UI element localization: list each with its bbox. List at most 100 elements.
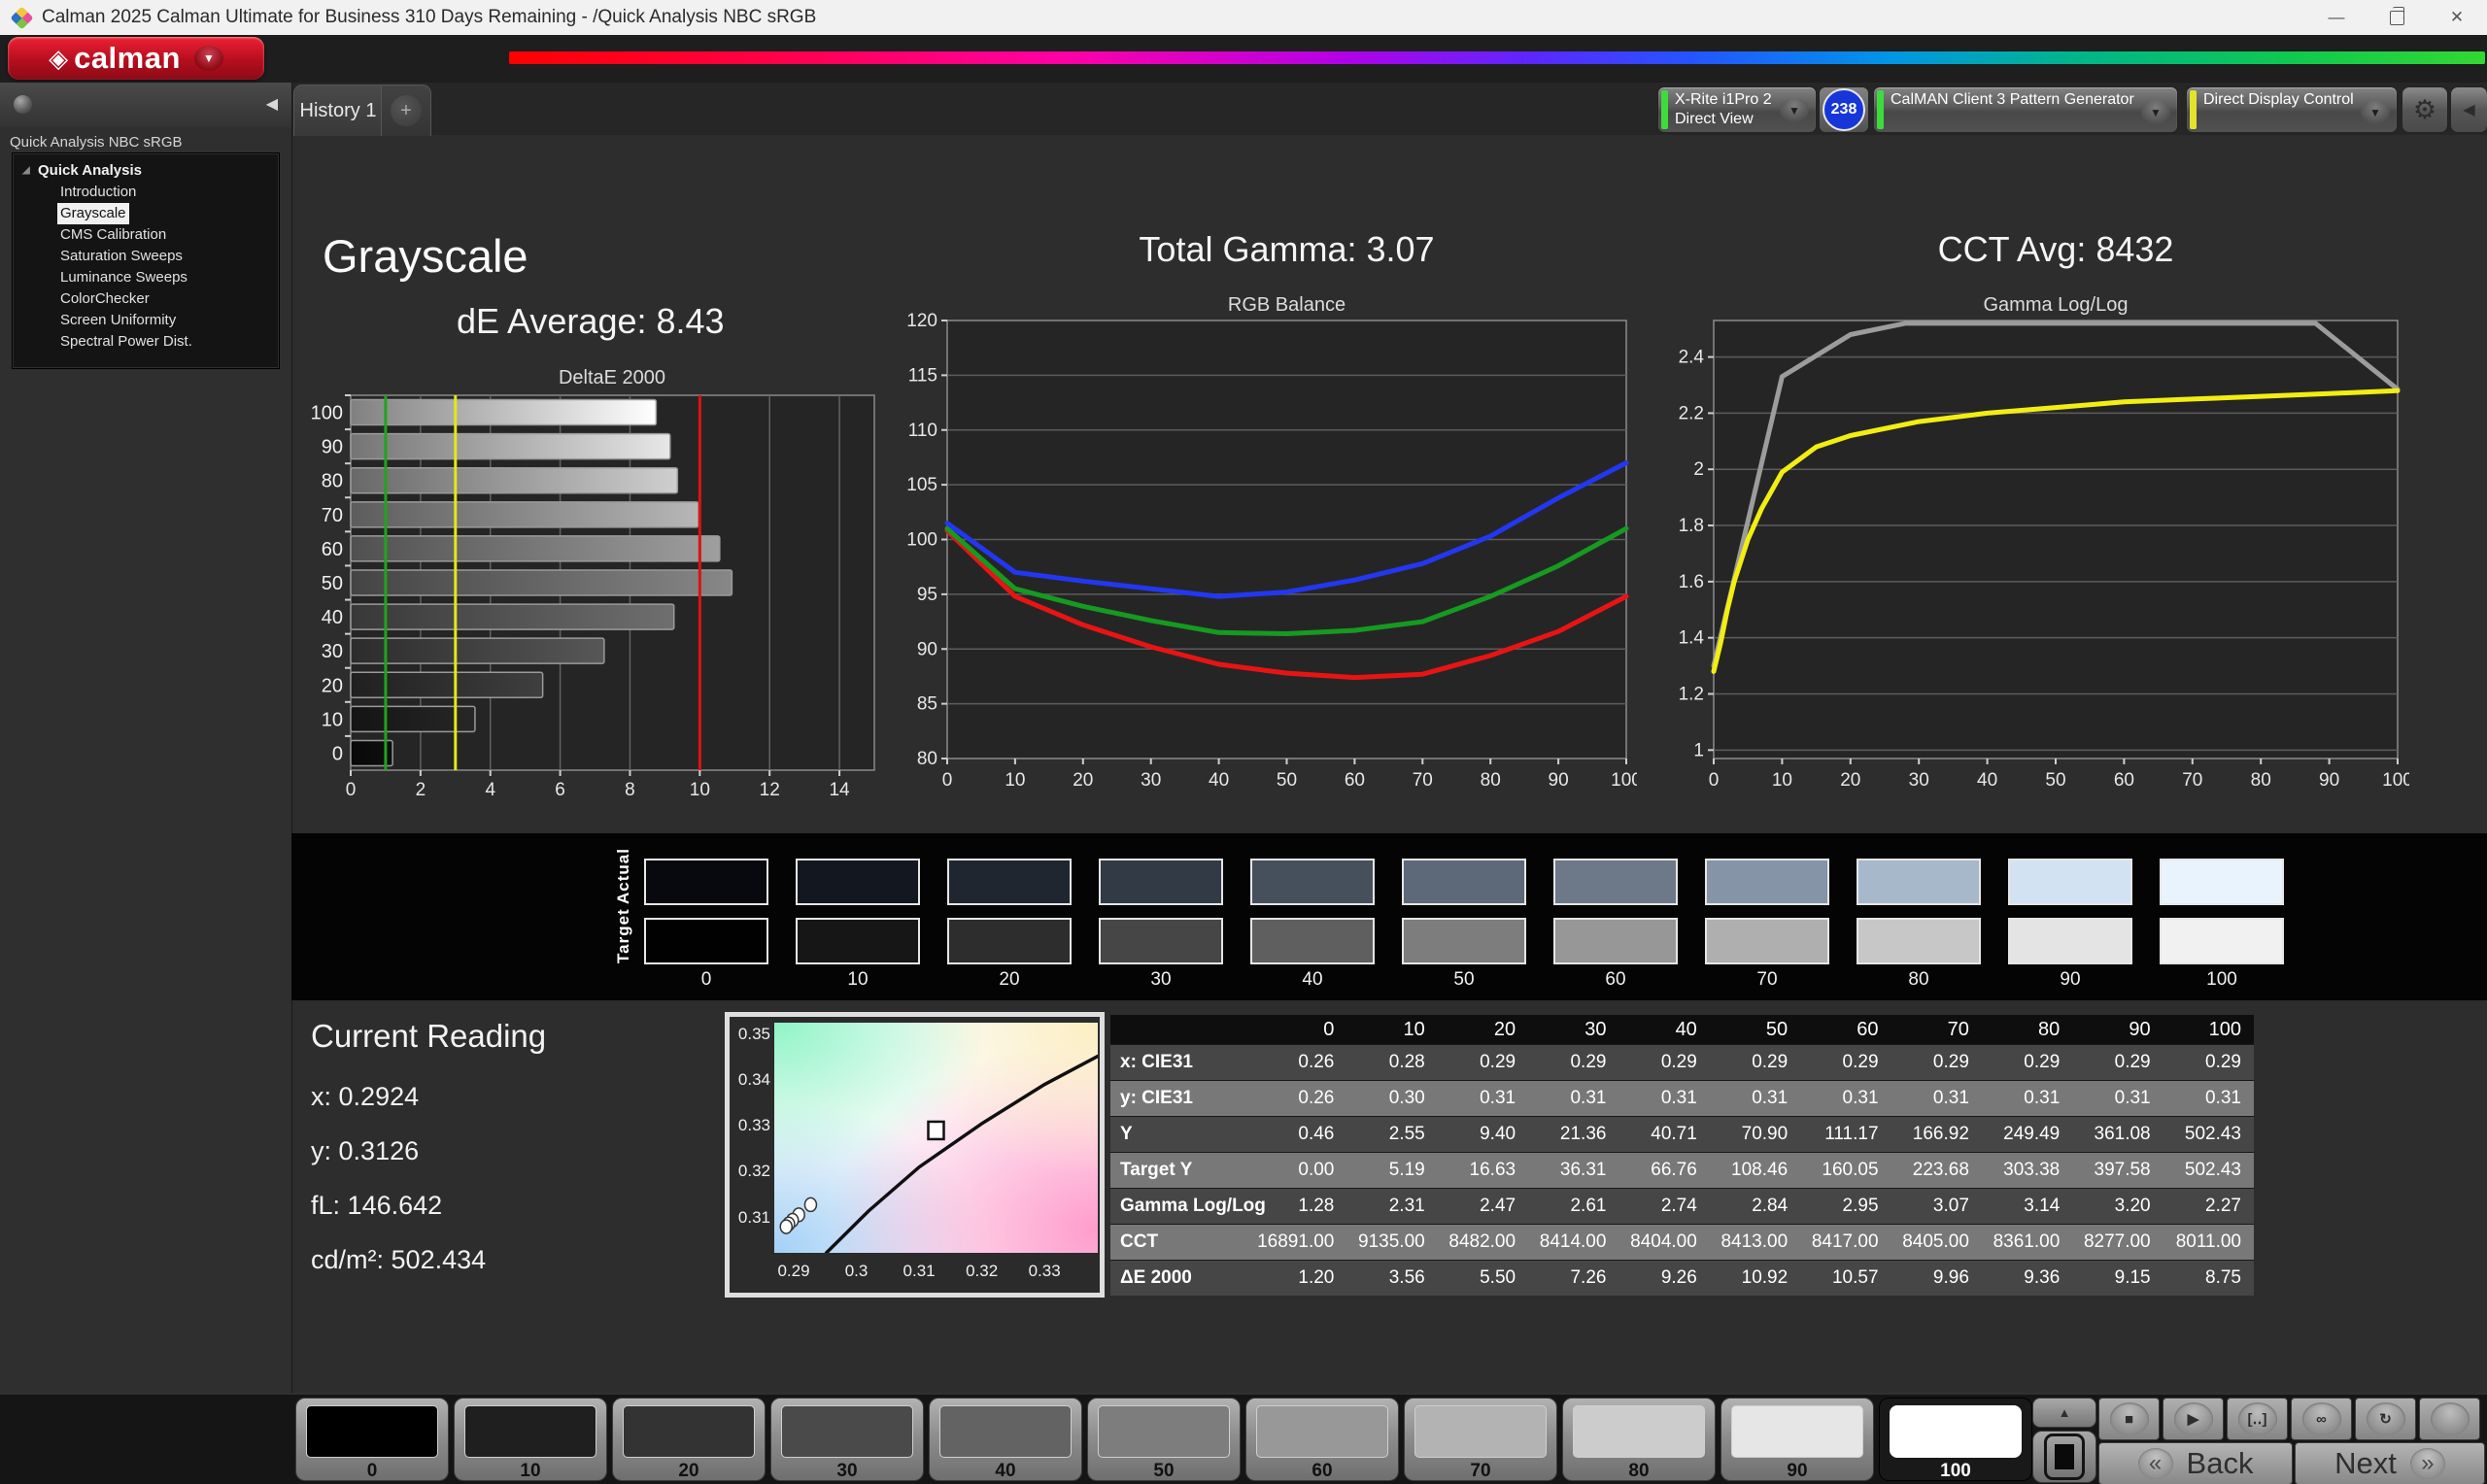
svg-text:30: 30 (322, 641, 343, 662)
svg-text:20: 20 (322, 675, 343, 696)
triangle-up-icon: ▲ (2059, 1405, 2071, 1420)
reading-y: y: 0.3126 (311, 1136, 709, 1166)
display-control-dropdown[interactable]: Direct Display Control ▼ (2186, 86, 2398, 133)
sidebar-item-spectral-power-dist-[interactable]: Spectral Power Dist. (13, 331, 279, 353)
pattern-button-30[interactable]: 30 (770, 1398, 924, 1481)
app-icon (10, 6, 33, 29)
svg-text:40: 40 (1209, 770, 1229, 791)
workflow-tree: ◢ Quick Analysis IntroductionGrayscaleCM… (12, 152, 280, 369)
target-swatch-50 (1402, 918, 1526, 964)
play-icon: ▶ (2174, 1402, 2213, 1435)
table-row-gamma-log-log: Gamma Log/Log1.282.312.472.612.742.842.9… (1110, 1188, 2254, 1224)
restore-button[interactable] (2367, 0, 2427, 35)
pattern-button-0[interactable]: 0 (295, 1398, 449, 1481)
sidebar-item-luminance-sweeps[interactable]: Luminance Sweeps (13, 267, 279, 288)
calman-menu-button[interactable]: ◈ calman ▼ (8, 37, 264, 80)
current-reading-title: Current Reading (311, 1018, 709, 1055)
chevron-down-icon: ▼ (194, 46, 223, 71)
svg-text:50: 50 (2045, 770, 2065, 791)
pattern-window-icon (2044, 1433, 2085, 1480)
target-swatch-10 (796, 918, 920, 964)
actual-swatch-100 (2160, 859, 2284, 905)
add-tab-button[interactable]: + (381, 84, 431, 136)
actual-swatch-80 (1857, 859, 1981, 905)
table-row--e-2000: ΔE 20001.203.565.507.269.2610.9210.579.9… (1110, 1260, 2254, 1296)
sidebar-item-cms-calibration[interactable]: CMS Calibration (13, 224, 279, 246)
gamma-loglog-line-chart: 11.21.41.61.822.22.401020304050607080901… (1665, 313, 2409, 798)
meter-dropdown[interactable]: X-Rite i1Pro 2 Direct View ▼ (1657, 86, 1817, 133)
svg-text:110: 110 (908, 421, 937, 441)
svg-text:80: 80 (917, 749, 937, 769)
svg-text:4: 4 (485, 780, 495, 800)
source-dropdown[interactable]: CalMAN Client 3 Pattern Generator ▼ (1873, 86, 2178, 133)
svg-text:100: 100 (311, 403, 343, 424)
actual-swatch-0 (644, 859, 768, 905)
pattern-button-80[interactable]: 80 (1562, 1398, 1716, 1481)
target-swatch-30 (1099, 918, 1223, 964)
close-button[interactable]: ✕ (2427, 0, 2487, 35)
refresh-button[interactable]: ↻ (2355, 1398, 2416, 1440)
svg-text:30: 30 (1141, 770, 1161, 791)
tab-history-1[interactable]: History 1 (293, 84, 383, 136)
current-reading-panel: Current Reading x: 0.2924 y: 0.3126 fL: … (311, 1018, 709, 1299)
meter-name: X-Rite i1Pro 2 (1675, 90, 1772, 110)
settings-button[interactable]: ⚙ (2402, 86, 2448, 133)
table-row-y: Y0.462.559.4021.3640.7170.90111.17166.92… (1110, 1116, 2254, 1152)
actual-swatch-90 (2008, 859, 2132, 905)
stop-button[interactable]: ■ (2098, 1398, 2160, 1440)
collapse-sidebar-button[interactable]: ◀ (266, 94, 278, 114)
sidebar-item-screen-uniformity[interactable]: Screen Uniformity (13, 310, 279, 331)
meter-mode: Direct View (1675, 110, 1772, 129)
sidebar-item-grayscale[interactable]: Grayscale (13, 203, 279, 224)
pattern-button-50[interactable]: 50 (1087, 1398, 1241, 1481)
restore-icon (2390, 11, 2404, 25)
svg-text:50: 50 (322, 573, 343, 594)
svg-text:0: 0 (332, 743, 343, 764)
pattern-button-70[interactable]: 70 (1404, 1398, 1557, 1481)
sidebar-item-introduction[interactable]: Introduction (13, 182, 279, 203)
cie-x-tick: 0.32 (959, 1262, 1005, 1281)
pattern-button-40[interactable]: 40 (929, 1398, 1082, 1481)
play-button[interactable]: ▶ (2163, 1398, 2224, 1440)
gear-icon: ⚙ (2413, 95, 2436, 125)
loop-button[interactable]: ∞ (2291, 1398, 2352, 1440)
swatch-level-label: 60 (1553, 969, 1678, 991)
svg-text:14: 14 (829, 780, 850, 800)
tree-node-quick-analysis[interactable]: ◢ Quick Analysis (13, 160, 279, 182)
pattern-button-60[interactable]: 60 (1245, 1398, 1399, 1481)
pattern-window-up-button[interactable]: ▲ (2032, 1398, 2096, 1428)
chevron-down-icon: ▼ (2361, 100, 2390, 124)
pattern-button-20[interactable]: 20 (612, 1398, 766, 1481)
meter-reading-badge-button[interactable]: 238 (1819, 86, 1869, 133)
calman-logo-text: calman (74, 41, 181, 76)
next-button[interactable]: Next » (2295, 1442, 2485, 1484)
rgb-balance-line-chart: 8085909510010511011512001020304050607080… (899, 313, 1637, 798)
sidebar-item-colorchecker[interactable]: ColorChecker (13, 288, 279, 310)
calman-logo-icon: ◈ (49, 46, 68, 71)
calman-window: Calman 2025 Calman Ultimate for Business… (0, 0, 2487, 1484)
svg-text:60: 60 (322, 539, 343, 560)
display-control-name: Direct Display Control (2203, 90, 2354, 110)
pattern-button-100[interactable]: 100 (1879, 1398, 2032, 1481)
spectrum-gradient-bar (509, 51, 2485, 64)
step-button[interactable]: [‥] (2227, 1398, 2288, 1440)
pattern-window-toggle-button[interactable] (2032, 1431, 2096, 1483)
svg-text:1: 1 (1693, 740, 1704, 760)
collapse-right-panel-button[interactable]: ◀ (2450, 86, 2487, 133)
tree-expander-icon: ◢ (22, 160, 30, 182)
minimize-button[interactable]: — (2306, 0, 2367, 35)
cie-x-tick: 0.29 (770, 1262, 817, 1281)
sidebar-header: ◀ (0, 83, 291, 127)
swatch-level-label: 10 (796, 969, 920, 991)
svg-text:50: 50 (1277, 770, 1297, 791)
back-button[interactable]: « Back (2098, 1442, 2293, 1484)
svg-text:60: 60 (1345, 770, 1365, 791)
svg-text:70: 70 (2182, 770, 2202, 791)
svg-text:0: 0 (346, 780, 357, 800)
sidebar-item-saturation-sweeps[interactable]: Saturation Sweeps (13, 246, 279, 267)
blank-button[interactable] (2419, 1398, 2480, 1440)
display-status-accent (2190, 90, 2197, 129)
pattern-button-90[interactable]: 90 (1720, 1398, 1874, 1481)
pattern-button-10[interactable]: 10 (454, 1398, 607, 1481)
svg-text:80: 80 (322, 471, 343, 492)
